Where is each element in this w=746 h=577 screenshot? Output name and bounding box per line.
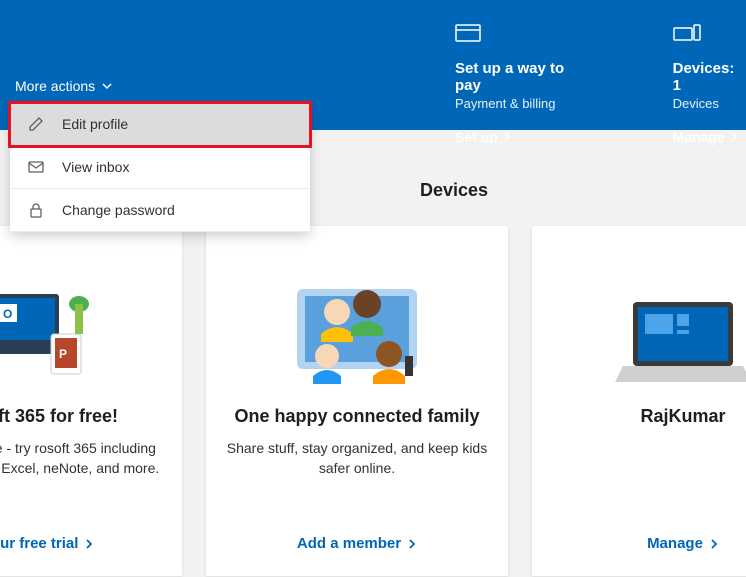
svg-text:P: P — [59, 347, 67, 361]
card-title: RajKumar — [640, 406, 725, 427]
chevron-down-icon — [101, 80, 113, 92]
chevron-right-icon — [729, 132, 739, 142]
chevron-right-icon — [502, 132, 512, 142]
svg-text:O: O — [3, 307, 12, 321]
content-cards: O P icrosoft 365 for free! nore producti… — [0, 226, 746, 576]
more-actions-menu: Edit profile View inbox Change password — [10, 103, 310, 232]
credit-card-icon — [455, 24, 593, 52]
menu-item-label: Edit profile — [62, 116, 128, 132]
payment-tile: Set up a way to pay Payment & billing Se… — [455, 24, 593, 145]
menu-item-edit-profile[interactable]: Edit profile — [10, 103, 310, 146]
more-actions-trigger[interactable]: More actions — [15, 78, 113, 94]
card-title: One happy connected family — [234, 406, 479, 427]
payment-subtitle: Payment & billing — [455, 96, 593, 111]
lock-icon — [28, 202, 44, 218]
mail-icon — [28, 159, 44, 175]
chevron-right-icon — [84, 539, 94, 549]
payment-setup-link[interactable]: Set up — [455, 129, 593, 145]
pencil-icon — [28, 116, 44, 132]
menu-item-view-inbox[interactable]: View inbox — [10, 146, 310, 189]
chevron-right-icon — [709, 539, 719, 549]
devices-icon — [673, 24, 746, 52]
menu-item-change-password[interactable]: Change password — [10, 189, 310, 232]
card-m365: O P icrosoft 365 for free! nore producti… — [0, 226, 182, 576]
card-device: RajKumar Manage — [532, 226, 746, 576]
card-title: icrosoft 365 for free! — [0, 406, 118, 427]
family-illustration — [257, 254, 457, 394]
devices-manage-link[interactable]: Manage — [673, 129, 746, 145]
card-body: Share stuff, stay organized, and keep ki… — [226, 439, 488, 478]
card-family: One happy connected family Share stuff, … — [206, 226, 508, 576]
payment-title: Set up a way to pay — [455, 60, 593, 94]
devices-tile: Devices: 1 Devices Manage — [673, 24, 746, 145]
devices-title: Devices: 1 — [673, 60, 746, 94]
devices-subtitle: Devices — [673, 96, 746, 111]
laptop-illustration — [603, 254, 746, 394]
m365-illustration: O P — [0, 254, 131, 394]
devices-section-heading: Devices — [420, 180, 488, 201]
menu-item-label: View inbox — [62, 159, 129, 175]
more-actions-label: More actions — [15, 78, 95, 94]
card-action-trial[interactable]: rt your free trial — [0, 535, 94, 552]
card-action-manage-device[interactable]: Manage — [647, 535, 719, 552]
header-tiles: Set up a way to pay Payment & billing Se… — [455, 24, 746, 145]
card-action-add-member[interactable]: Add a member — [297, 535, 417, 552]
chevron-right-icon — [407, 539, 417, 549]
card-body: nore productive - try rosoft 365 includi… — [0, 439, 162, 478]
menu-item-label: Change password — [62, 202, 175, 218]
